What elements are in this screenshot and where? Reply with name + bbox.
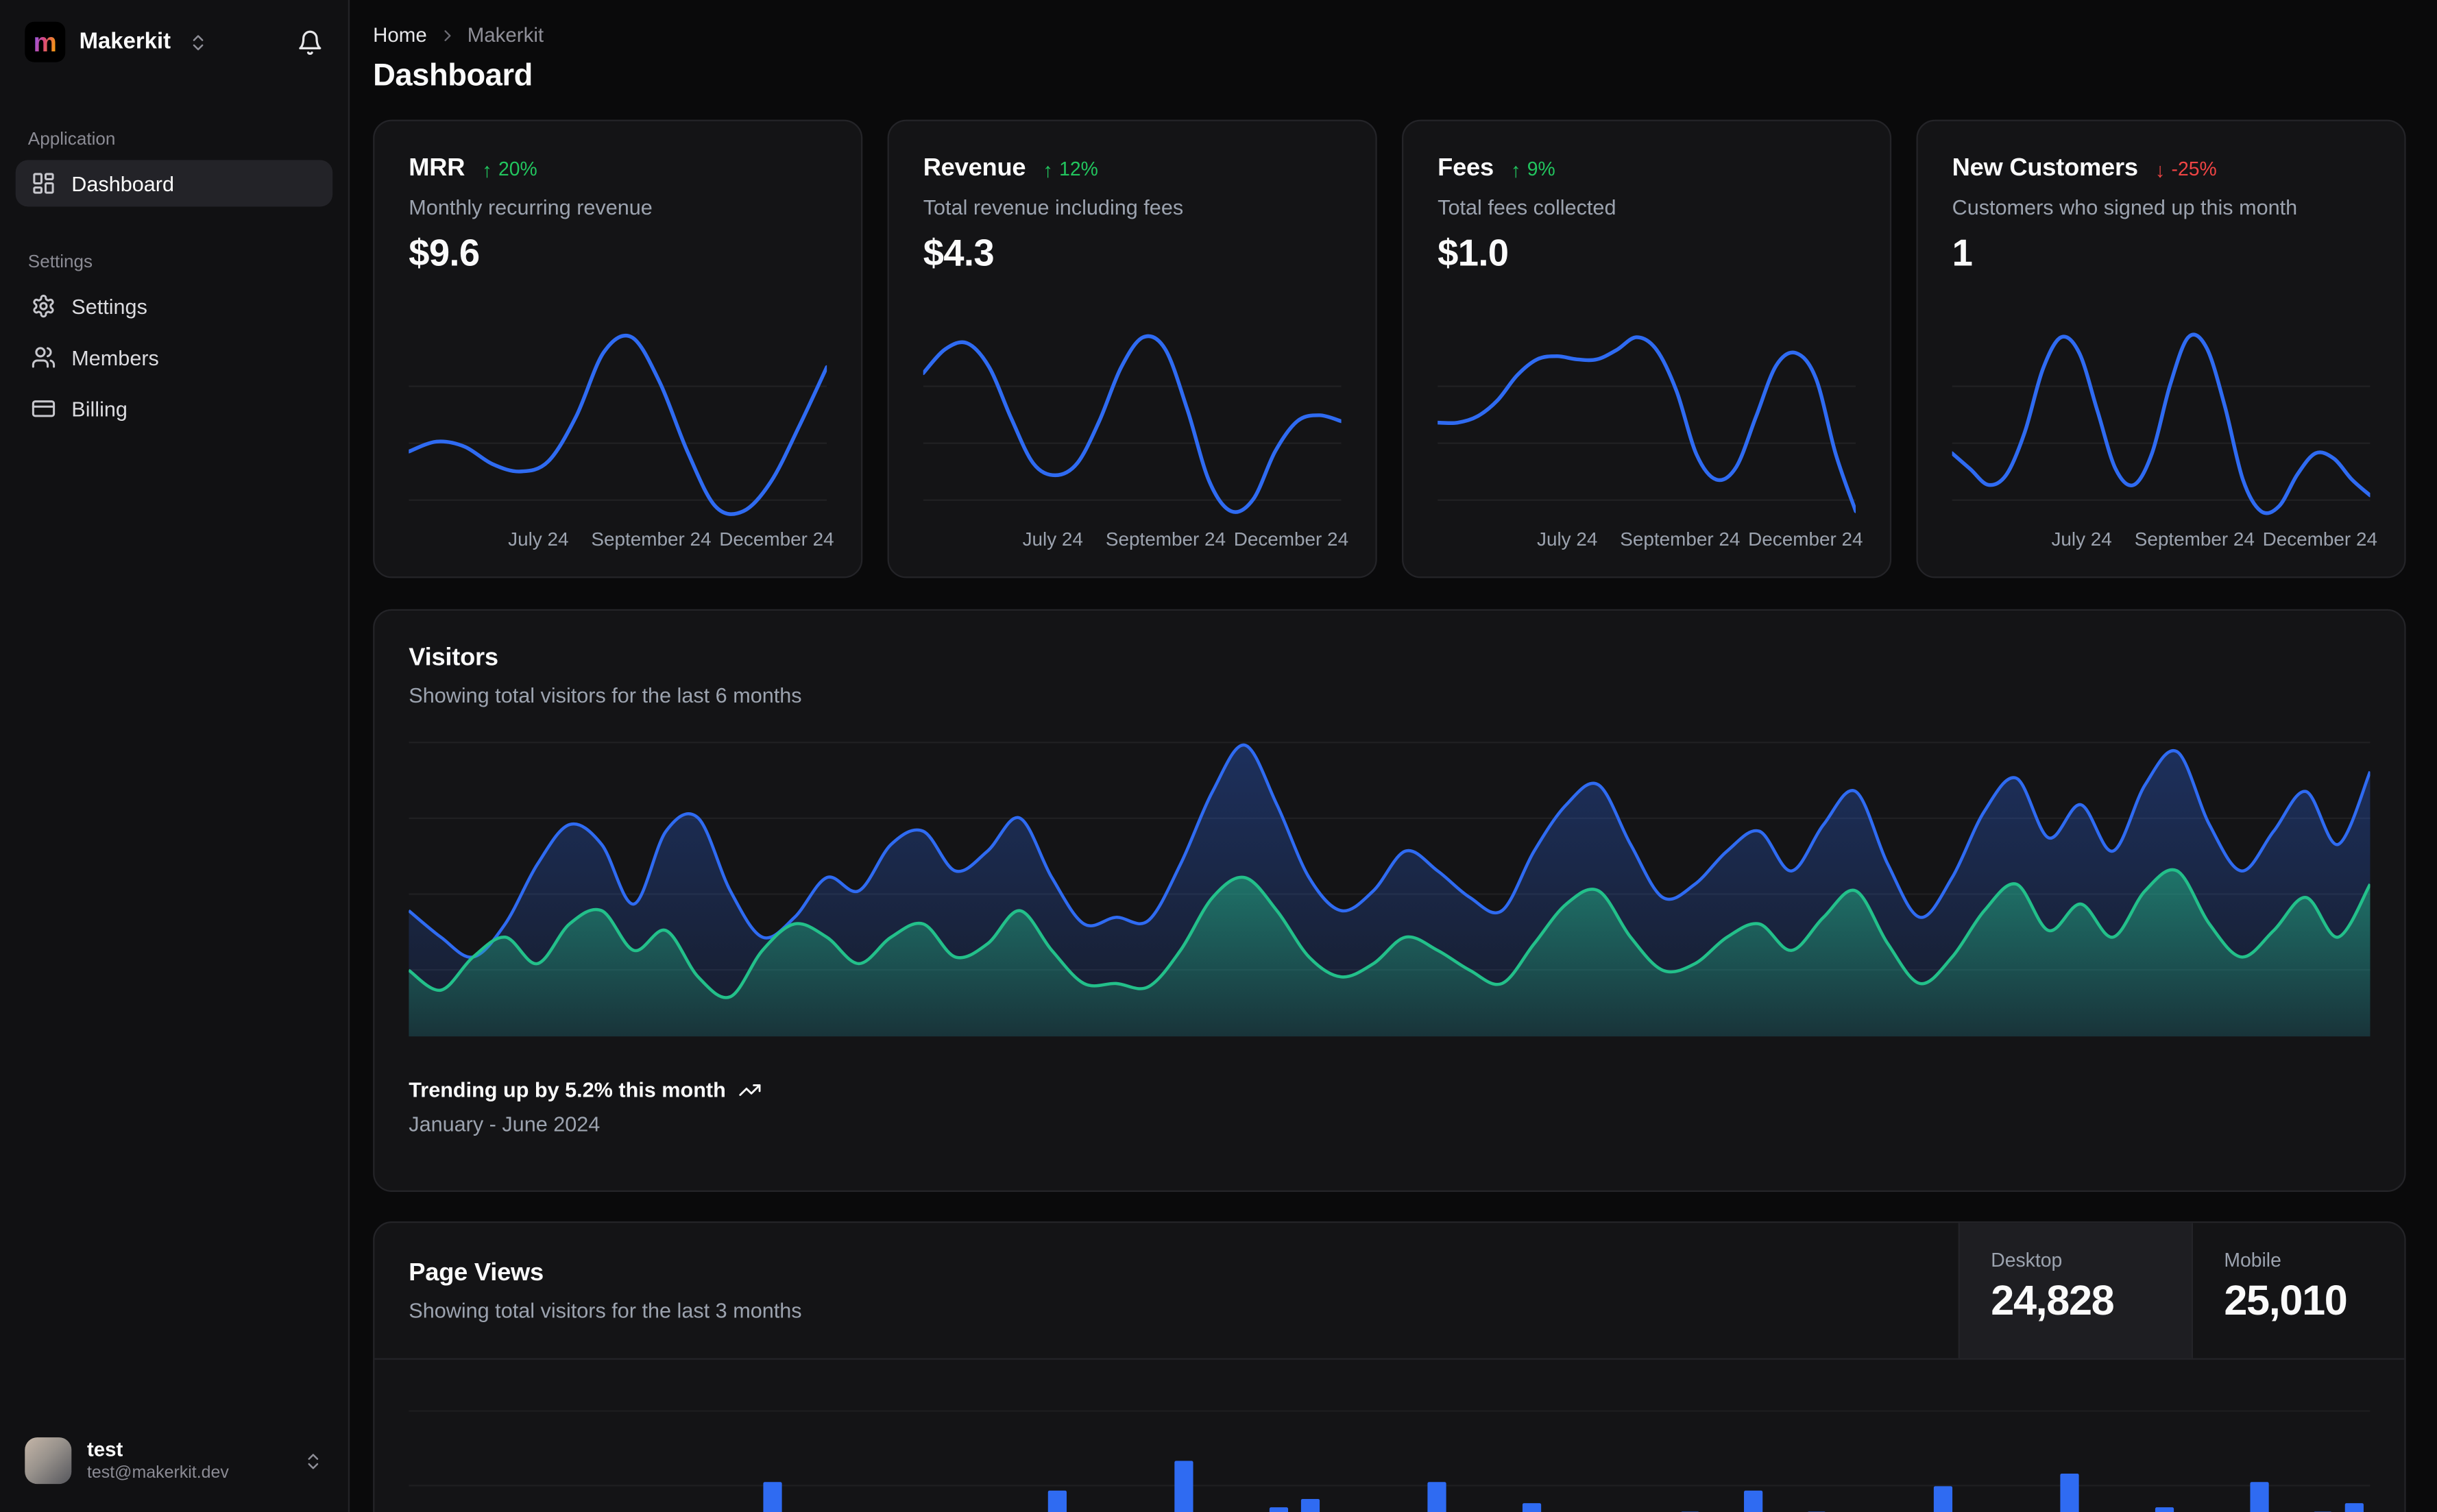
visitors-date-range: January - June 2024: [409, 1112, 601, 1136]
trend-badge: 12%: [1043, 158, 1098, 181]
toggle-label: Mobile: [2224, 1249, 2281, 1271]
visitors-title: Visitors: [409, 644, 498, 672]
visitors-subtitle: Showing total visitors for the last 6 mo…: [409, 683, 802, 707]
avatar: [25, 1437, 72, 1485]
visitors-trend-text: Trending up by 5.2% this month: [409, 1078, 726, 1102]
dashboard-icon: [31, 171, 56, 195]
sparkline-x-labels: July 24 September 24 December 24: [2051, 528, 2377, 550]
section-label-application: Application: [27, 130, 116, 149]
arrow-up-icon: [1043, 158, 1053, 181]
toggle-mobile[interactable]: Mobile 25,010: [2191, 1223, 2405, 1358]
sparkline-x-labels: July 24 September 24 December 24: [1022, 528, 1349, 550]
stat-title: MRR: [409, 155, 465, 182]
stat-card-fees: Fees 9% Total fees collected $1.0 July 2…: [1402, 119, 1892, 578]
user-account-menu[interactable]: test test@makerkit.dev: [16, 1431, 333, 1490]
sparkline-chart: [407, 330, 829, 520]
stat-subtitle: Monthly recurring revenue: [409, 195, 653, 219]
visitors-area-chart: [407, 733, 2372, 1037]
stat-subtitle: Customers who signed up this month: [1952, 195, 2298, 219]
sidebar-item-members[interactable]: Members: [16, 334, 333, 380]
chevron-right-icon: [438, 25, 457, 44]
stat-value: 1: [1952, 233, 1973, 276]
makerkit-logo: m: [25, 21, 66, 62]
page-views-subtitle: Showing total visitors for the last 3 mo…: [409, 1299, 802, 1323]
stat-subtitle: Total fees collected: [1438, 195, 1616, 219]
page-views-bar-chart: [409, 1372, 2371, 1512]
section-label-settings: Settings: [27, 253, 93, 272]
chevrons-up-down-icon: [303, 1450, 323, 1470]
page-views-title: Page Views: [409, 1260, 544, 1287]
users-icon: [31, 345, 56, 369]
main-content: Home Makerkit Dashboard MRR 20% Monthly …: [350, 0, 2437, 1512]
arrow-up-icon: [1511, 158, 1521, 181]
workspace-selector[interactable]: m Makerkit: [16, 19, 333, 65]
sidebar-item-dashboard[interactable]: Dashboard: [15, 160, 333, 207]
sparkline-x-labels: July 24 September 24 December 24: [1537, 528, 1863, 550]
stat-card-revenue: Revenue 12% Total revenue including fees…: [887, 119, 1377, 578]
sparkline-x-labels: July 24 September 24 December 24: [508, 528, 834, 550]
stat-card-new-customers: New Customers -25% Customers who signed …: [1916, 119, 2406, 578]
toggle-label: Desktop: [1991, 1249, 2063, 1271]
stat-title: Revenue: [923, 155, 1026, 182]
stat-value: $1.0: [1438, 233, 1509, 276]
arrow-up-icon: [482, 158, 492, 181]
trend-badge: 9%: [1511, 158, 1555, 181]
stat-card-mrr: MRR 20% Monthly recurring revenue $9.6 J…: [373, 119, 863, 578]
trending-up-icon: [738, 1078, 762, 1101]
sidebar-item-label: Billing: [71, 397, 128, 421]
stat-value: $9.6: [409, 233, 480, 276]
user-email: test@makerkit.dev: [86, 1464, 229, 1483]
logo-letter: m: [33, 27, 57, 57]
sidebar-item-label: Settings: [71, 294, 147, 318]
sparkline-chart: [921, 330, 1344, 520]
breadcrumb: Home Makerkit: [373, 23, 2405, 47]
sidebar: m Makerkit Application Dashboard Setting…: [0, 0, 350, 1512]
stat-value: $4.3: [923, 233, 995, 276]
stat-title: New Customers: [1952, 155, 2138, 182]
stat-title: Fees: [1438, 155, 1494, 182]
toggle-value: 24,828: [1991, 1277, 2114, 1324]
page-views-header: Page Views Showing total visitors for th…: [374, 1223, 2405, 1360]
trend-badge: -25%: [2155, 158, 2217, 181]
visitors-card: Visitors Showing total visitors for the …: [373, 609, 2406, 1192]
sidebar-item-label: Dashboard: [71, 171, 175, 195]
page-root: m Makerkit Application Dashboard Setting…: [0, 0, 2437, 1512]
arrow-down-icon: [2155, 158, 2166, 181]
page-views-card: Page Views Showing total visitors for th…: [373, 1221, 2406, 1512]
breadcrumb-current: Makerkit: [467, 23, 544, 47]
breadcrumb-home-link[interactable]: Home: [373, 23, 427, 47]
trend-badge: 20%: [482, 158, 537, 181]
user-name: test: [86, 1437, 123, 1461]
notifications-bell-icon[interactable]: [297, 29, 324, 56]
stat-subtitle: Total revenue including fees: [923, 195, 1184, 219]
page-title: Dashboard: [373, 59, 533, 94]
toggle-desktop[interactable]: Desktop 24,828: [1958, 1223, 2192, 1358]
sidebar-item-label: Members: [71, 345, 159, 369]
stat-cards-row: MRR 20% Monthly recurring revenue $9.6 J…: [373, 119, 2406, 578]
sidebar-item-settings[interactable]: Settings: [16, 283, 333, 330]
gear-icon: [31, 294, 56, 319]
sparkline-chart: [1950, 330, 2373, 520]
sparkline-chart: [1435, 330, 1858, 520]
sidebar-item-billing[interactable]: Billing: [16, 385, 333, 432]
workspace-name: Makerkit: [79, 29, 171, 55]
toggle-value: 25,010: [2224, 1277, 2347, 1324]
credit-card-icon: [31, 396, 56, 421]
chevrons-up-down-icon: [188, 32, 208, 51]
